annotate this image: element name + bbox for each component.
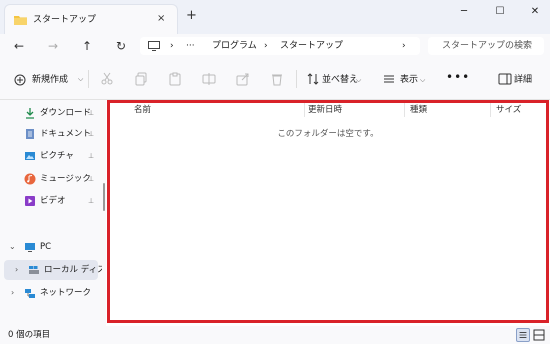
details-pane-icon[interactable] [498, 72, 512, 86]
view-icon[interactable] [382, 72, 396, 86]
chevron-down-icon: ⌵ [356, 76, 362, 84]
breadcrumb-programs[interactable]: プログラム [212, 40, 257, 52]
address-field[interactable]: › ··· プログラム › スタートアップ › [140, 37, 420, 55]
up-button[interactable]: ↑ [78, 37, 96, 55]
sidebar-item-pc[interactable]: ⌄ PC [0, 237, 100, 257]
pc-icon [25, 243, 35, 252]
sidebar-item-label: ダウンロード [40, 108, 92, 118]
monitor-icon [148, 41, 160, 51]
address-bar-row: ← → ↑ ↻ › ··· プログラム › スタートアップ › スタートアップの… [0, 34, 550, 58]
navigation-pane: ダウンロード ⊥ ドキュメント ⊥ ピクチャ ⊥ ミュージック ⊥ ビデオ ⊥ … [0, 100, 114, 326]
tab-startup[interactable]: スタートアップ × [4, 4, 178, 34]
sort-icon[interactable] [306, 72, 320, 86]
sidebar-item-documents[interactable]: ドキュメント ⊥ [0, 124, 100, 144]
pin-icon: ⊥ [88, 197, 95, 205]
sidebar-item-label: ドキュメント [40, 129, 92, 139]
separator [88, 70, 89, 88]
sidebar-item-label: ミュージック [40, 174, 91, 184]
breadcrumb-separator: › [264, 41, 268, 51]
item-count: 0 個の項目 [8, 330, 51, 340]
local-disk-icon [29, 266, 39, 274]
plus-circle-icon [14, 74, 26, 86]
pin-icon: ⊥ [88, 130, 95, 138]
sidebar-item-label: ビデオ [40, 196, 66, 206]
paste-icon[interactable] [168, 72, 182, 86]
highlight-frame [107, 100, 549, 323]
folder-icon [14, 16, 27, 25]
details-view-icon[interactable] [516, 328, 530, 342]
sidebar-item-music[interactable]: ミュージック ⊥ [0, 169, 100, 189]
sidebar-item-network[interactable]: › ネットワーク [0, 283, 100, 303]
maximize-button[interactable]: ☐ [490, 4, 510, 20]
search-input[interactable]: スタートアップの検索 [428, 37, 544, 55]
chevron-right-icon[interactable]: › [11, 287, 14, 299]
more-options-button[interactable]: ••• [446, 70, 470, 84]
refresh-button[interactable]: ↻ [112, 37, 130, 55]
document-icon [26, 129, 34, 139]
tab-title: スタートアップ [33, 15, 97, 25]
pin-icon: ⊥ [88, 109, 95, 117]
view-button[interactable]: 表示 [400, 73, 418, 87]
breadcrumb-separator: › [170, 41, 174, 51]
scrollbar-thumb[interactable] [103, 183, 105, 211]
back-button[interactable]: ← [10, 37, 28, 55]
sidebar-item-label: PC [40, 242, 52, 252]
pin-icon: ⊥ [88, 152, 95, 160]
sidebar-item-local-disk[interactable]: › ローカル ディスク [4, 260, 114, 280]
search-placeholder: スタートアップの検索 [442, 41, 533, 51]
new-button-label: 新規作成 [32, 75, 69, 85]
download-icon [26, 108, 34, 119]
rename-icon[interactable] [202, 72, 216, 86]
tiles-view-icon[interactable] [532, 328, 546, 342]
sidebar-item-downloads[interactable]: ダウンロード ⊥ [0, 103, 100, 123]
address-dropdown-chevron[interactable]: › [402, 40, 406, 52]
breadcrumb-startup[interactable]: スタートアップ [280, 40, 343, 52]
details-button[interactable]: 詳細 [514, 73, 532, 87]
chevron-right-icon[interactable]: › [15, 264, 18, 276]
minimize-button[interactable]: ─ [454, 4, 474, 20]
status-bar: 0 個の項目 [0, 326, 550, 344]
close-window-button[interactable]: ✕ [525, 4, 545, 20]
breadcrumb-overflow[interactable]: ··· [186, 40, 195, 52]
sidebar-item-label: ピクチャ [40, 151, 74, 161]
separator [296, 70, 297, 88]
pin-icon: ⊥ [88, 175, 95, 183]
forward-button[interactable]: → [44, 37, 62, 55]
sidebar-item-videos[interactable]: ビデオ ⊥ [0, 191, 100, 211]
video-icon [25, 196, 35, 206]
delete-icon[interactable] [270, 72, 284, 86]
title-bar: スタートアップ × + ─ ☐ ✕ [0, 0, 550, 34]
sidebar-item-label: ネットワーク [40, 288, 92, 298]
network-icon [25, 289, 35, 298]
cut-icon[interactable] [100, 72, 114, 86]
copy-icon[interactable] [134, 72, 148, 86]
share-icon[interactable] [236, 72, 250, 86]
sort-button[interactable]: 並べ替え [322, 73, 358, 87]
command-bar: 新規作成 ⌵ 並べ替え ⌵ 表示 ⌵ ••• 詳細 [0, 58, 550, 100]
close-tab-icon[interactable]: × [157, 12, 165, 26]
sidebar-item-pictures[interactable]: ピクチャ ⊥ [0, 146, 100, 166]
chevron-down-icon[interactable]: ⌄ [9, 241, 16, 253]
new-tab-button[interactable]: + [186, 9, 197, 23]
chevron-down-icon: ⌵ [420, 76, 426, 84]
pictures-icon [25, 152, 35, 160]
music-icon [24, 173, 36, 185]
chevron-down-icon: ⌵ [78, 75, 84, 83]
